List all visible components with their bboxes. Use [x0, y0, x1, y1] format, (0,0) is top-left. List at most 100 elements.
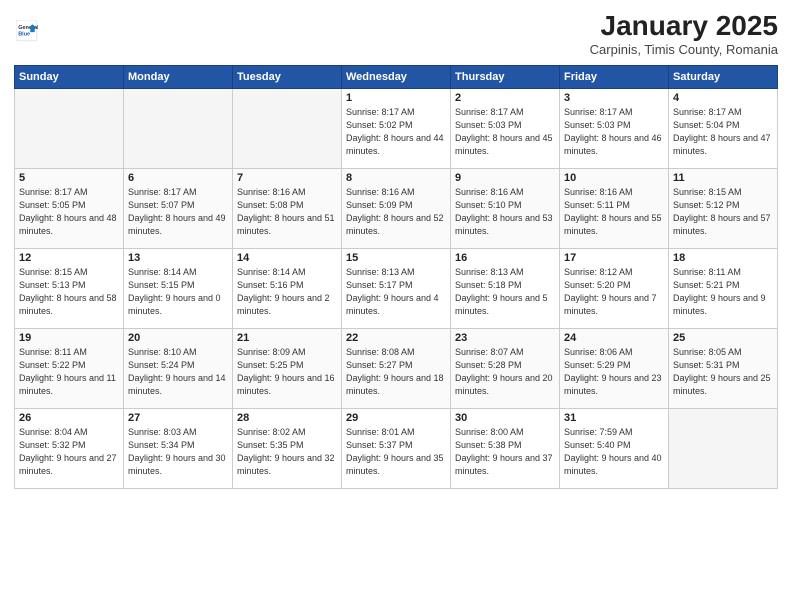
day-number: 31 — [564, 412, 664, 424]
day-number: 8 — [346, 172, 446, 184]
calendar-cell: 12Sunrise: 8:15 AMSunset: 5:13 PMDayligh… — [15, 249, 124, 329]
day-number: 14 — [237, 252, 337, 264]
day-info: Sunrise: 8:14 AMSunset: 5:16 PMDaylight:… — [237, 266, 337, 318]
calendar-cell: 1 Sunrise: 8:17 AMSunset: 5:02 PMDaylight… — [342, 89, 451, 169]
day-number: 24 — [564, 332, 664, 344]
calendar-cell: 14 Sunrise: 8:14 AMSunset: 5:16 PMDayligh… — [233, 249, 342, 329]
day-number: 19 — [19, 332, 119, 344]
weekday-header-row: SundayMondayTuesdayWednesdayThursdayFrid… — [15, 66, 778, 89]
day-info: Sunrise: 8:13 AMSunset: 5:18 PMDaylight:… — [455, 266, 555, 318]
day-info: Sunrise: 8:14 AMSunset: 5:15 PMDaylight:… — [128, 266, 228, 318]
day-info: Sunrise: 8:17 AMSunset: 5:03 PMDaylight:… — [564, 106, 664, 158]
day-info: Sunrise: 8:09 AMSunset: 5:25 PMDaylight:… — [237, 346, 337, 398]
day-number: 4 — [673, 92, 773, 104]
day-info: Sunrise: 8:16 AMSunset: 5:11 PMDaylight:… — [564, 186, 664, 238]
calendar-cell: 26Sunrise: 8:04 AMSunset: 5:32 PMDayligh… — [15, 409, 124, 489]
logo-icon: General Blue — [16, 20, 38, 42]
day-number: 9 — [455, 172, 555, 184]
day-info: Sunrise: 8:03 AMSunset: 5:34 PMDaylight:… — [128, 426, 228, 478]
weekday-header-friday: Friday — [560, 66, 669, 89]
day-info: Sunrise: 8:02 AMSunset: 5:35 PMDaylight:… — [237, 426, 337, 478]
calendar-cell: 23 Sunrise: 8:07 AMSunset: 5:28 PMDayligh… — [451, 329, 560, 409]
calendar-cell: 11 Sunrise: 8:15 AMSunset: 5:12 PMDayligh… — [669, 169, 778, 249]
day-number: 6 — [128, 172, 228, 184]
day-number: 12 — [19, 252, 119, 264]
day-info: Sunrise: 8:13 AMSunset: 5:17 PMDaylight:… — [346, 266, 446, 318]
day-info: Sunrise: 8:17 AMSunset: 5:02 PMDaylight:… — [346, 106, 446, 158]
day-number: 20 — [128, 332, 228, 344]
calendar-cell: 9 Sunrise: 8:16 AMSunset: 5:10 PMDaylight… — [451, 169, 560, 249]
subtitle: Carpinis, Timis County, Romania — [590, 42, 778, 57]
calendar-cell: 13 Sunrise: 8:14 AMSunset: 5:15 PMDayligh… — [124, 249, 233, 329]
calendar-cell: 25 Sunrise: 8:05 AMSunset: 5:31 PMDayligh… — [669, 329, 778, 409]
day-number: 25 — [673, 332, 773, 344]
weekday-header-monday: Monday — [124, 66, 233, 89]
day-info: Sunrise: 8:17 AMSunset: 5:07 PMDaylight:… — [128, 186, 228, 238]
calendar-cell: 15Sunrise: 8:13 AMSunset: 5:17 PMDayligh… — [342, 249, 451, 329]
day-info: Sunrise: 8:16 AMSunset: 5:09 PMDaylight:… — [346, 186, 446, 238]
day-info: Sunrise: 8:11 AMSunset: 5:21 PMDaylight:… — [673, 266, 773, 318]
day-number: 30 — [455, 412, 555, 424]
day-number: 3 — [564, 92, 664, 104]
day-number: 11 — [673, 172, 773, 184]
calendar-cell: 3 Sunrise: 8:17 AMSunset: 5:03 PMDaylight… — [560, 89, 669, 169]
day-number: 1 — [346, 92, 446, 104]
day-info: Sunrise: 8:12 AMSunset: 5:20 PMDaylight:… — [564, 266, 664, 318]
calendar-cell: 10 Sunrise: 8:16 AMSunset: 5:11 PMDayligh… — [560, 169, 669, 249]
calendar-cell — [233, 89, 342, 169]
day-number: 10 — [564, 172, 664, 184]
day-number: 7 — [237, 172, 337, 184]
day-info: Sunrise: 8:00 AMSunset: 5:38 PMDaylight:… — [455, 426, 555, 478]
day-number: 21 — [237, 332, 337, 344]
day-info: Sunrise: 8:15 AMSunset: 5:12 PMDaylight:… — [673, 186, 773, 238]
day-number: 22 — [346, 332, 446, 344]
calendar-cell: 24 Sunrise: 8:06 AMSunset: 5:29 PMDayligh… — [560, 329, 669, 409]
week-row-1: 1 Sunrise: 8:17 AMSunset: 5:02 PMDaylight… — [15, 89, 778, 169]
day-number: 17 — [564, 252, 664, 264]
day-info: Sunrise: 8:07 AMSunset: 5:28 PMDaylight:… — [455, 346, 555, 398]
day-info: Sunrise: 8:17 AMSunset: 5:05 PMDaylight:… — [19, 186, 119, 238]
day-info: Sunrise: 8:10 AMSunset: 5:24 PMDaylight:… — [128, 346, 228, 398]
svg-text:Blue: Blue — [18, 31, 30, 37]
weekday-header-sunday: Sunday — [15, 66, 124, 89]
day-info: Sunrise: 8:05 AMSunset: 5:31 PMDaylight:… — [673, 346, 773, 398]
calendar-cell: 31 Sunrise: 7:59 AMSunset: 5:40 PMDayligh… — [560, 409, 669, 489]
day-info: Sunrise: 8:08 AMSunset: 5:27 PMDaylight:… — [346, 346, 446, 398]
calendar-cell: 4 Sunrise: 8:17 AMSunset: 5:04 PMDaylight… — [669, 89, 778, 169]
day-number: 13 — [128, 252, 228, 264]
calendar-cell: 20 Sunrise: 8:10 AMSunset: 5:24 PMDayligh… — [124, 329, 233, 409]
day-number: 18 — [673, 252, 773, 264]
day-info: Sunrise: 8:16 AMSunset: 5:10 PMDaylight:… — [455, 186, 555, 238]
weekday-header-wednesday: Wednesday — [342, 66, 451, 89]
calendar-cell: 19 Sunrise: 8:11 AMSunset: 5:22 PMDayligh… — [15, 329, 124, 409]
calendar-cell: 29Sunrise: 8:01 AMSunset: 5:37 PMDayligh… — [342, 409, 451, 489]
page-container: General Blue January 2025 Carpinis, Timi… — [0, 0, 792, 499]
day-info: Sunrise: 8:17 AMSunset: 5:03 PMDaylight:… — [455, 106, 555, 158]
calendar-table: SundayMondayTuesdayWednesdayThursdayFrid… — [14, 65, 778, 489]
calendar-cell — [124, 89, 233, 169]
day-info: Sunrise: 8:17 AMSunset: 5:04 PMDaylight:… — [673, 106, 773, 158]
day-number: 28 — [237, 412, 337, 424]
day-info: Sunrise: 8:11 AMSunset: 5:22 PMDaylight:… — [19, 346, 119, 398]
calendar-cell: 21 Sunrise: 8:09 AMSunset: 5:25 PMDayligh… — [233, 329, 342, 409]
day-info: Sunrise: 7:59 AMSunset: 5:40 PMDaylight:… — [564, 426, 664, 478]
calendar-cell: 30 Sunrise: 8:00 AMSunset: 5:38 PMDayligh… — [451, 409, 560, 489]
calendar-cell: 2 Sunrise: 8:17 AMSunset: 5:03 PMDaylight… — [451, 89, 560, 169]
calendar-cell: 28 Sunrise: 8:02 AMSunset: 5:35 PMDayligh… — [233, 409, 342, 489]
calendar-cell: 5Sunrise: 8:17 AMSunset: 5:05 PMDaylight… — [15, 169, 124, 249]
calendar-cell — [669, 409, 778, 489]
logo: General Blue — [14, 20, 38, 47]
day-number: 29 — [346, 412, 446, 424]
day-info: Sunrise: 8:06 AMSunset: 5:29 PMDaylight:… — [564, 346, 664, 398]
header: General Blue January 2025 Carpinis, Timi… — [14, 10, 778, 57]
calendar-cell: 16 Sunrise: 8:13 AMSunset: 5:18 PMDayligh… — [451, 249, 560, 329]
day-info: Sunrise: 8:16 AMSunset: 5:08 PMDaylight:… — [237, 186, 337, 238]
day-number: 23 — [455, 332, 555, 344]
calendar-cell: 7 Sunrise: 8:16 AMSunset: 5:08 PMDaylight… — [233, 169, 342, 249]
week-row-5: 26Sunrise: 8:04 AMSunset: 5:32 PMDayligh… — [15, 409, 778, 489]
day-number: 2 — [455, 92, 555, 104]
week-row-4: 19 Sunrise: 8:11 AMSunset: 5:22 PMDayligh… — [15, 329, 778, 409]
calendar-cell: 8 Sunrise: 8:16 AMSunset: 5:09 PMDaylight… — [342, 169, 451, 249]
day-number: 16 — [455, 252, 555, 264]
calendar-cell: 17 Sunrise: 8:12 AMSunset: 5:20 PMDayligh… — [560, 249, 669, 329]
